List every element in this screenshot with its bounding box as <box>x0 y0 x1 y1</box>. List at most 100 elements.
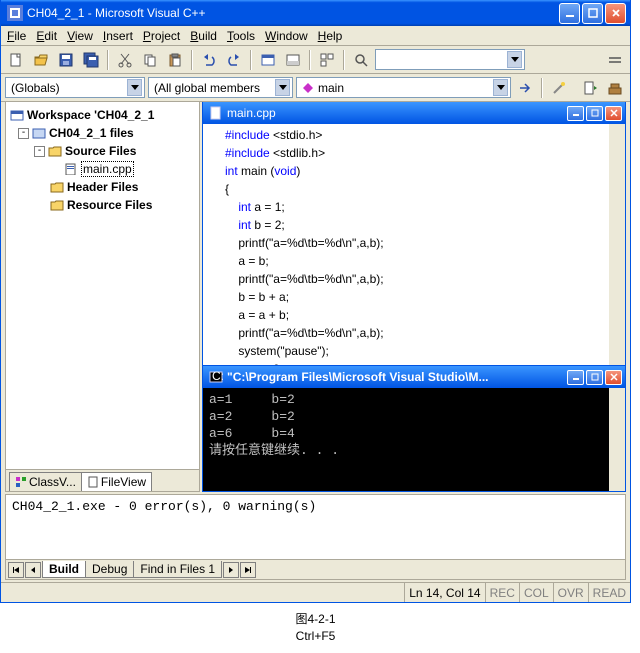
editor-close-button[interactable] <box>605 106 622 121</box>
open-icon[interactable] <box>30 49 52 71</box>
console-close-button[interactable] <box>605 370 622 385</box>
find-combo[interactable] <box>375 49 525 70</box>
titlebar[interactable]: CH04_2_1 - Microsoft Visual C++ <box>1 0 630 26</box>
menu-file[interactable]: File <box>7 29 26 43</box>
copy-icon[interactable] <box>139 49 161 71</box>
output-tabs: Build Debug Find in Files 1 <box>6 559 625 579</box>
folder-icon <box>50 199 64 211</box>
menu-insert[interactable]: Insert <box>103 29 133 43</box>
members-combo[interactable]: (All global members <box>148 77 293 98</box>
menu-view[interactable]: View <box>67 29 93 43</box>
project-icon <box>32 127 46 139</box>
console-maximize-button[interactable] <box>586 370 603 385</box>
app-window: CH04_2_1 - Microsoft Visual C++ File Edi… <box>0 0 631 603</box>
editor-maximize-button[interactable] <box>586 106 603 121</box>
collapse-icon[interactable]: - <box>18 128 29 139</box>
file-tree[interactable]: Workspace 'CH04_2_1 - CH04_2_1 files - S… <box>6 102 199 469</box>
maximize-button[interactable] <box>582 3 603 24</box>
console-icon: C:\ <box>209 370 223 384</box>
wizard-icon[interactable] <box>548 77 570 99</box>
output-nav-prev[interactable] <box>25 562 41 578</box>
redo-icon[interactable] <box>223 49 245 71</box>
output-pane: CH04_2_1.exe - 0 error(s), 0 warning(s) … <box>5 494 626 580</box>
tab-fileview[interactable]: FileView <box>81 472 152 491</box>
menubar: File Edit View Insert Project Build Tool… <box>1 26 630 46</box>
status-col: COL <box>519 583 553 602</box>
cut-icon[interactable] <box>114 49 136 71</box>
console-titlebar[interactable]: C:\ "C:\Program Files\Microsoft Visual S… <box>203 366 625 388</box>
menu-tools[interactable]: Tools <box>227 29 255 43</box>
console-minimize-button[interactable] <box>567 370 584 385</box>
folder-icon <box>48 145 62 157</box>
workspace-sidebar: Workspace 'CH04_2_1 - CH04_2_1 files - S… <box>5 102 200 492</box>
cpp-file-icon <box>64 163 78 175</box>
output-tab-debug[interactable]: Debug <box>85 561 134 578</box>
classview-icon <box>15 476 27 488</box>
editor-title: main.cpp <box>227 106 276 120</box>
new-file-icon[interactable] <box>5 49 27 71</box>
find-icon[interactable] <box>350 49 372 71</box>
tree-source-folder[interactable]: - Source Files <box>8 142 197 160</box>
statusbar: Ln 14, Col 14 REC COL OVR READ <box>1 582 630 602</box>
toolbar-wizard: (Globals) (All global members main <box>1 74 630 102</box>
console-title: "C:\Program Files\Microsoft Visual Studi… <box>227 370 489 384</box>
status-ovr: OVR <box>553 583 588 602</box>
tree-header-folder[interactable]: Header Files <box>8 178 197 196</box>
workspace-icon[interactable] <box>257 49 279 71</box>
code-editor[interactable]: #include <stdio.h>#include <stdlib.h>int… <box>203 124 625 365</box>
status-read: READ <box>588 583 630 602</box>
app-icon <box>7 5 23 21</box>
svg-text:C:\: C:\ <box>212 370 223 383</box>
output-tab-build[interactable]: Build <box>42 561 86 578</box>
fileview-icon <box>87 476 99 488</box>
menu-help[interactable]: Help <box>318 29 343 43</box>
undo-icon[interactable] <box>198 49 220 71</box>
tab-classview[interactable]: ClassV... <box>9 472 82 491</box>
collapse-icon[interactable]: - <box>34 146 45 157</box>
tree-workspace[interactable]: Workspace 'CH04_2_1 <box>8 106 197 124</box>
save-icon[interactable] <box>55 49 77 71</box>
editor-window: main.cpp #include <stdio.h>#include <std… <box>202 102 626 366</box>
console-output[interactable]: a=1 b=2 a=2 b=2 a=6 b=4 请按任意键继续. . . <box>203 388 625 491</box>
output-tab-find[interactable]: Find in Files 1 <box>133 561 222 578</box>
symbol-combo[interactable]: main <box>296 77 511 98</box>
window-list-icon[interactable] <box>316 49 338 71</box>
tree-resource-folder[interactable]: Resource Files <box>8 196 197 214</box>
editor-titlebar[interactable]: main.cpp <box>203 102 625 124</box>
toolbar-main <box>1 46 630 74</box>
console-window: C:\ "C:\Program Files\Microsoft Visual S… <box>202 366 626 492</box>
menu-project[interactable]: Project <box>143 29 180 43</box>
workspace-body: Workspace 'CH04_2_1 - CH04_2_1 files - S… <box>1 102 630 492</box>
save-all-icon[interactable] <box>80 49 102 71</box>
tree-project[interactable]: - CH04_2_1 files <box>8 124 197 142</box>
build-icon[interactable] <box>604 77 626 99</box>
menu-window[interactable]: Window <box>265 29 308 43</box>
output-nav-last[interactable] <box>240 562 256 578</box>
folder-icon <box>50 181 64 193</box>
caption-line2: Ctrl+F5 <box>0 628 631 645</box>
workspace-icon <box>10 109 24 121</box>
toolbar-overflow-icon[interactable] <box>604 49 626 71</box>
status-position: Ln 14, Col 14 <box>404 583 484 602</box>
output-window-icon[interactable] <box>282 49 304 71</box>
workspace-tabs: ClassV... FileView <box>6 469 199 491</box>
compile-icon[interactable] <box>579 77 601 99</box>
caption-line1: 图4-2-1 <box>0 611 631 628</box>
minimize-button[interactable] <box>559 3 580 24</box>
menu-build[interactable]: Build <box>190 29 217 43</box>
output-text[interactable]: CH04_2_1.exe - 0 error(s), 0 warning(s) <box>6 495 625 559</box>
doc-icon <box>209 106 223 120</box>
window-title: CH04_2_1 - Microsoft Visual C++ <box>27 6 206 20</box>
diamond-icon <box>302 82 314 94</box>
scope-combo[interactable]: (Globals) <box>5 77 145 98</box>
tree-main-cpp[interactable]: main.cpp <box>8 160 197 178</box>
editor-minimize-button[interactable] <box>567 106 584 121</box>
output-nav-first[interactable] <box>8 562 24 578</box>
menu-edit[interactable]: Edit <box>36 29 57 43</box>
close-button[interactable] <box>605 3 626 24</box>
go-icon[interactable] <box>514 77 536 99</box>
figure-caption: 图4-2-1 Ctrl+F5 <box>0 607 631 645</box>
output-nav-next[interactable] <box>223 562 239 578</box>
paste-icon[interactable] <box>164 49 186 71</box>
status-rec: REC <box>485 583 519 602</box>
